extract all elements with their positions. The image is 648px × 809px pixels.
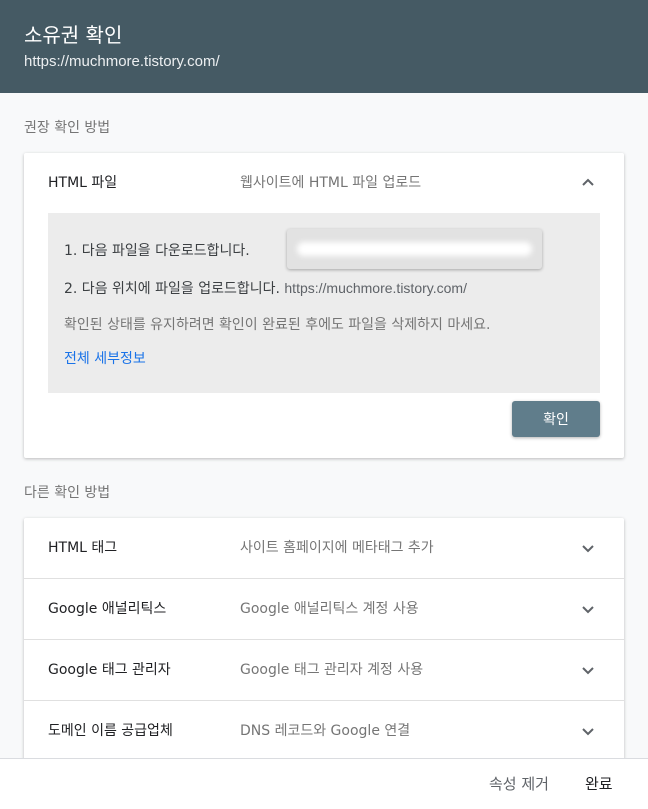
dialog-title: 소유권 확인 [24,23,123,47]
upload-location-url: https://muchmore.tistory.com/ [284,280,467,296]
method-description: Google 태그 관리자 계정 사용 [240,662,424,678]
method-name: HTML 태그 [48,540,118,556]
method-name: Google 애널리틱스 [48,601,167,617]
step-upload: 2. 다음 위치에 파일을 업로드합니다. https://muchmore.t… [64,278,467,298]
html-file-header[interactable]: HTML 파일 웹사이트에 HTML 파일 업로드 [24,153,624,213]
step-upload-text: 2. 다음 위치에 파일을 업로드합니다. [64,281,280,297]
method-description: DNS 레코드와 Google 연결 [240,723,411,739]
chevron-down-icon[interactable] [580,601,596,617]
method-name: HTML 파일 [48,175,118,191]
full-details-link[interactable]: 전체 세부정보 [64,348,146,368]
method-name: 도메인 이름 공급업체 [48,723,173,739]
instructions-panel: 1. 다음 파일을 다운로드합니다. 2. 다음 위치에 파일을 업로드합니다.… [48,213,600,393]
method-row-google-analytics[interactable]: Google 애널리틱스 Google 애널리틱스 계정 사용 [24,578,624,639]
done-button[interactable]: 완료 [585,759,613,809]
chevron-down-icon[interactable] [580,540,596,556]
remove-property-button[interactable]: 속성 제거 [489,759,549,809]
method-name: Google 태그 관리자 [48,662,171,678]
method-row-html-tag[interactable]: HTML 태그 사이트 홈페이지에 메타태그 추가 [24,518,624,578]
method-row-domain-provider[interactable]: 도메인 이름 공급업체 DNS 레코드와 Google 연결 [24,700,624,758]
confirm-button[interactable]: 확인 [512,401,600,437]
recommended-section-label: 권장 확인 방법 [24,120,111,136]
method-description: 웹사이트에 HTML 파일 업로드 [240,175,422,191]
dialog-footer: 속성 제거 완료 [0,758,648,808]
other-section-label: 다른 확인 방법 [24,485,111,501]
property-url: https://muchmore.tistory.com/ [24,53,220,70]
chevron-down-icon[interactable] [580,723,596,739]
dialog-header: 소유권 확인 https://muchmore.tistory.com/ [0,0,648,93]
html-file-card: HTML 파일 웹사이트에 HTML 파일 업로드 1. 다음 파일을 다운로드… [24,153,624,458]
keep-file-note: 확인된 상태를 유지하려면 확인이 완료된 후에도 파일을 삭제하지 마세요. [64,317,491,333]
method-description: Google 애널리틱스 계정 사용 [240,601,419,617]
dialog-content[interactable]: 권장 확인 방법 HTML 파일 웹사이트에 HTML 파일 업로드 1. 다음… [0,93,648,758]
redacted-filename [297,242,532,256]
step-download: 1. 다음 파일을 다운로드합니다. [64,243,250,259]
download-file-chip[interactable] [287,229,542,269]
method-description: 사이트 홈페이지에 메타태그 추가 [240,540,434,556]
chevron-up-icon[interactable] [580,175,596,191]
method-row-google-tag-manager[interactable]: Google 태그 관리자 Google 태그 관리자 계정 사용 [24,639,624,700]
chevron-down-icon[interactable] [580,662,596,678]
other-methods-card: HTML 태그 사이트 홈페이지에 메타태그 추가 Google 애널리틱스 G… [24,518,624,758]
